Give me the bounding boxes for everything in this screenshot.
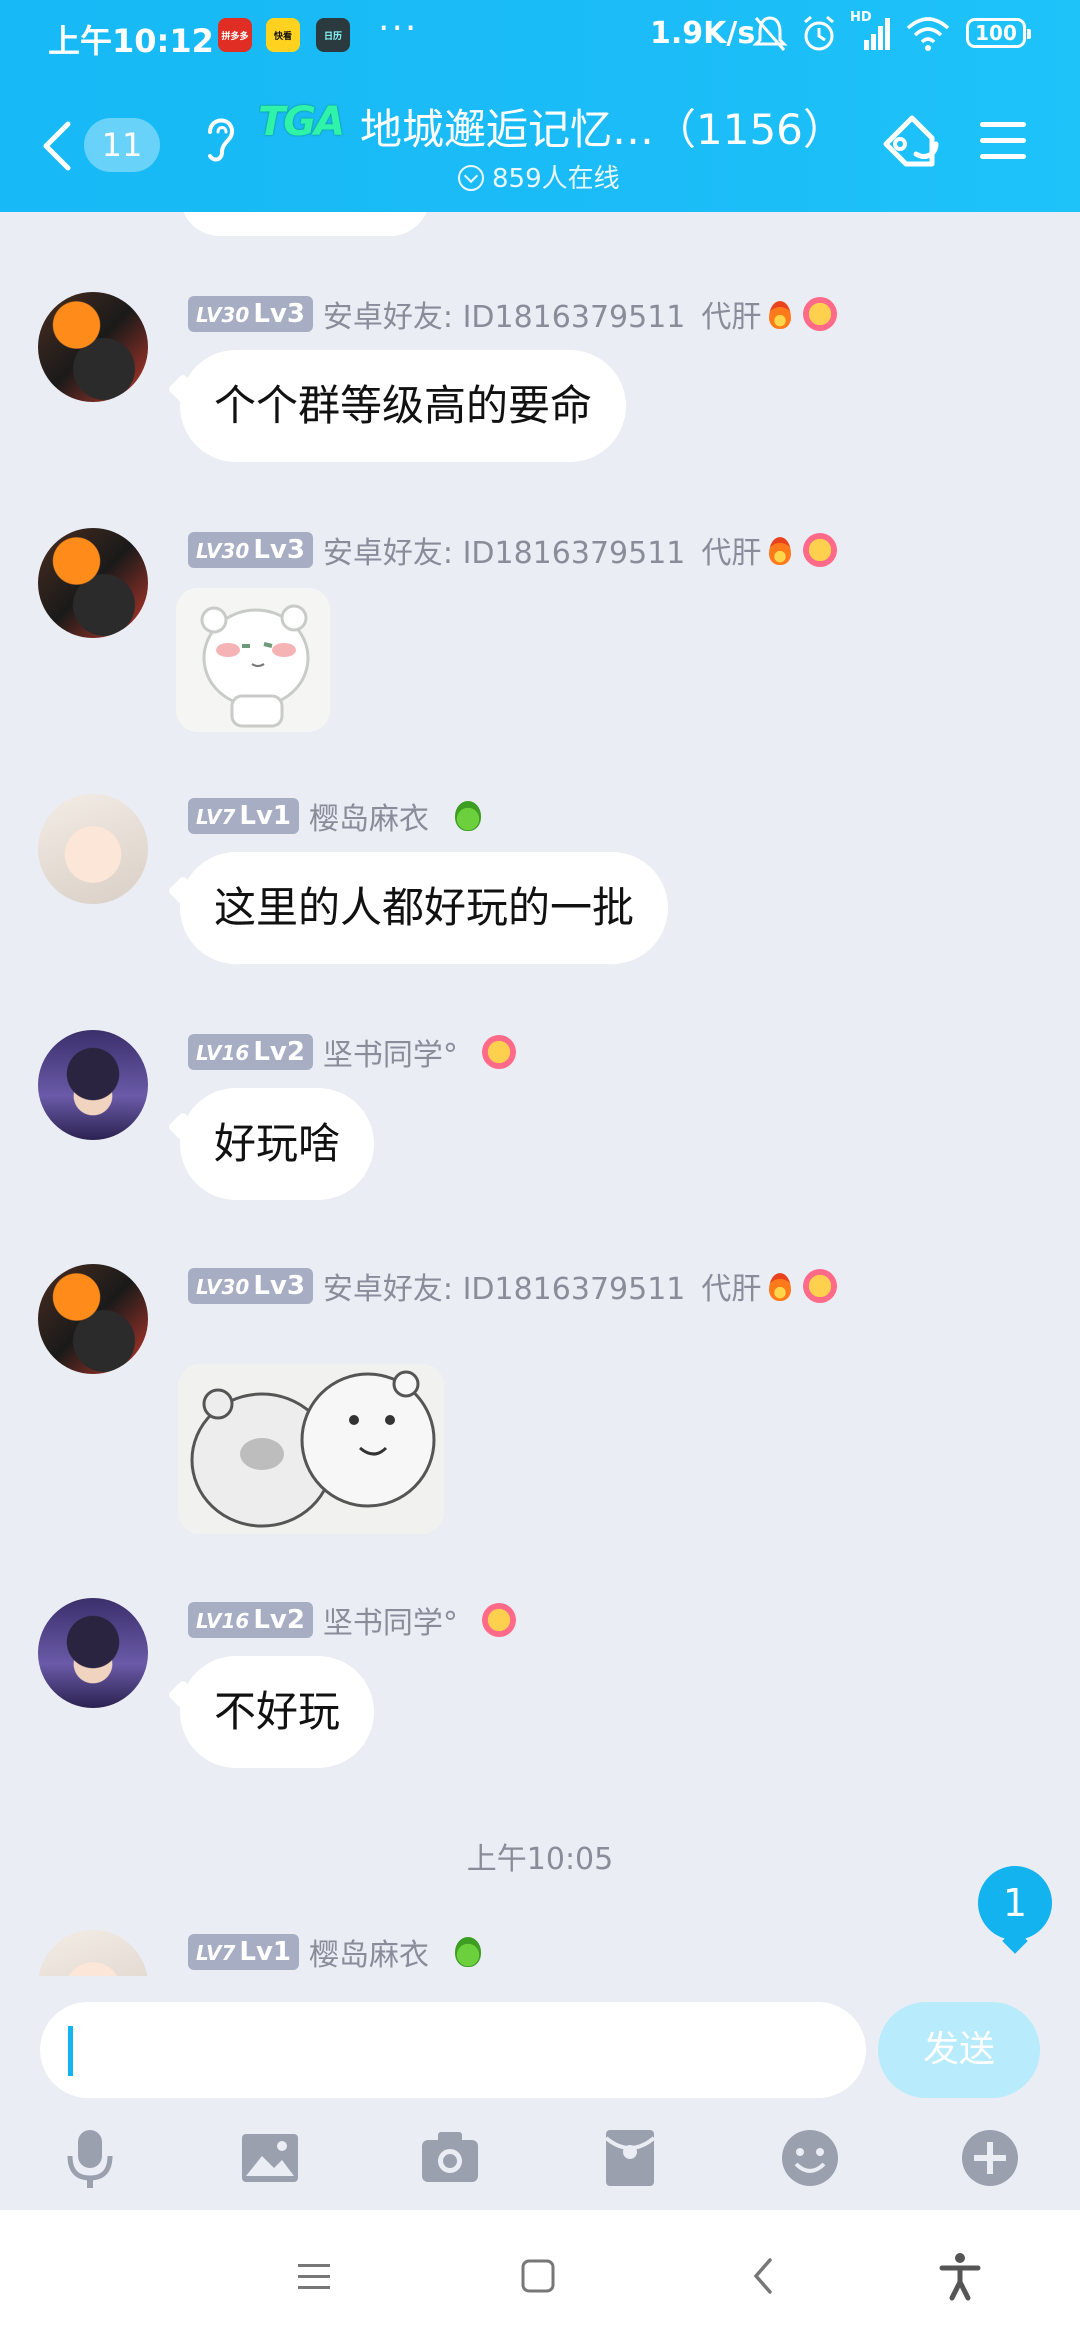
calendar-app-icon: 日历 <box>316 18 350 52</box>
avatar[interactable] <box>38 1930 148 1976</box>
wifi-icon <box>906 17 950 51</box>
avatar[interactable] <box>38 528 148 638</box>
flower-smile-icon <box>481 1035 516 1069</box>
fire-icon <box>765 1269 795 1303</box>
mute-bell-icon <box>752 16 788 51</box>
battery-icon: 100 <box>966 18 1031 48</box>
unread-count-badge[interactable]: 11 <box>84 118 160 172</box>
menu-icon[interactable] <box>286 2248 342 2304</box>
sender-name[interactable]: 樱岛麻衣 <box>309 794 429 838</box>
sender-info: LV16 Lv2 坚书同学° <box>188 1030 516 1074</box>
emoji-icon[interactable] <box>778 2126 842 2190</box>
app-header: 上午10:12 拼多多 快看 日历 ··· 1.9K/s HD 100 11 T… <box>0 0 1080 212</box>
network-speed: 1.9K/s <box>650 16 756 51</box>
level-badge: LV7 Lv1 <box>188 798 299 834</box>
send-button[interactable]: 发送 <box>878 2002 1040 2098</box>
message-bubble[interactable]: 不好玩 <box>180 1656 375 1768</box>
avatar[interactable] <box>38 1264 148 1374</box>
camera-icon[interactable] <box>418 2126 482 2190</box>
input-bar: 发送 <box>0 1976 1080 2210</box>
level-badge: LV16 Lv2 <box>188 1034 313 1070</box>
back-arrow-icon[interactable] <box>38 118 78 174</box>
message-bubble[interactable]: 这里的人都好玩的一批 <box>180 852 669 964</box>
red-packet-icon[interactable] <box>598 2126 662 2190</box>
status-bar: 上午10:12 拼多多 快看 日历 ··· 1.9K/s HD 100 <box>0 0 1080 70</box>
message-bubble[interactable]: 好玩啥 <box>180 1088 375 1200</box>
sender-name[interactable]: 安卓好友: ID1816379511 <box>323 292 685 336</box>
avatar[interactable] <box>38 292 148 402</box>
image-icon[interactable] <box>238 2126 302 2190</box>
sender-name[interactable]: 安卓好友: ID1816379511 <box>323 1264 685 1308</box>
message-list[interactable]: LV30 Lv3 安卓好友: ID1816379511 代肝 个个群等级高的要命 … <box>0 212 1080 1976</box>
home-icon[interactable] <box>510 2248 566 2304</box>
level-badge: LV30 Lv3 <box>188 296 313 332</box>
system-navigation-bar <box>0 2210 1080 2340</box>
tag-icon[interactable] <box>876 110 942 176</box>
avatar[interactable] <box>38 1598 148 1708</box>
sender-info: LV16 Lv2 坚书同学° <box>188 1598 516 1642</box>
pinduoduo-app-icon: 拼多多 <box>218 18 252 52</box>
bears-sticker-image[interactable] <box>178 1364 444 1534</box>
back-icon[interactable] <box>736 2248 792 2304</box>
status-time: 上午10:12 <box>48 22 214 60</box>
previous-message-bubble <box>180 212 430 236</box>
flower-smile-icon <box>803 297 838 331</box>
sender-name[interactable]: 安卓好友: ID1816379511 <box>323 528 685 572</box>
level-badge: LV7 Lv1 <box>188 1934 299 1970</box>
sender-info: LV7 Lv1 樱岛麻衣 <box>188 794 481 838</box>
menu-icon[interactable] <box>978 118 1028 164</box>
avatar[interactable] <box>38 1030 148 1140</box>
flower-smile-icon <box>481 1603 516 1637</box>
fire-icon <box>765 533 795 567</box>
sender-info: LV30 Lv3 安卓好友: ID1816379511 代肝 <box>188 292 838 336</box>
level-badge: LV30 Lv3 <box>188 532 313 568</box>
sender-name[interactable]: 坚书同学° <box>323 1030 458 1074</box>
cell-signal-icon: HD <box>850 10 892 54</box>
sender-info: LV7 Lv1 樱岛麻衣 <box>188 1930 481 1974</box>
flower-smile-icon <box>803 1269 838 1303</box>
sender-info: LV30 Lv3 安卓好友: ID1816379511 代肝 <box>188 528 838 572</box>
group-title[interactable]: 地城邂逅记忆…（1156） <box>360 96 860 157</box>
member-title: 代肝 <box>701 1272 762 1307</box>
time-divider: 上午10:05 <box>466 1842 614 1877</box>
bear-sticker-image[interactable] <box>176 588 330 732</box>
new-message-badge[interactable]: 1 <box>978 1866 1052 1940</box>
accessibility-icon[interactable] <box>932 2248 988 2304</box>
sprout-icon <box>455 1937 481 1967</box>
flower-smile-icon <box>803 533 838 567</box>
more-notifications-icon: ··· <box>378 8 419 49</box>
online-count[interactable]: 859人在线 <box>458 158 620 195</box>
text-cursor <box>68 2026 73 2076</box>
sender-name[interactable]: 坚书同学° <box>323 1598 458 1642</box>
fire-icon <box>765 297 795 331</box>
chevron-circle-icon <box>458 165 484 191</box>
microphone-icon[interactable] <box>58 2126 122 2190</box>
ear-icon[interactable] <box>200 108 240 168</box>
plus-icon[interactable] <box>958 2126 1022 2190</box>
sender-name[interactable]: 樱岛麻衣 <box>309 1930 429 1974</box>
level-badge: LV30 Lv3 <box>188 1268 313 1304</box>
kuaikan-app-icon: 快看 <box>266 18 300 52</box>
message-bubble[interactable]: 个个群等级高的要命 <box>180 350 627 462</box>
alarm-icon <box>804 15 834 51</box>
group-logo: TGA <box>258 99 345 145</box>
message-input[interactable] <box>40 2002 866 2098</box>
avatar[interactable] <box>38 794 148 904</box>
chat-navbar: 11 TGA 地城邂逅记忆…（1156） 859人在线 <box>0 70 1080 212</box>
level-badge: LV16 Lv2 <box>188 1602 313 1638</box>
sender-info: LV30 Lv3 安卓好友: ID1816379511 代肝 <box>188 1264 838 1308</box>
member-title: 代肝 <box>701 300 762 335</box>
member-title: 代肝 <box>701 536 762 571</box>
sprout-icon <box>455 801 481 831</box>
